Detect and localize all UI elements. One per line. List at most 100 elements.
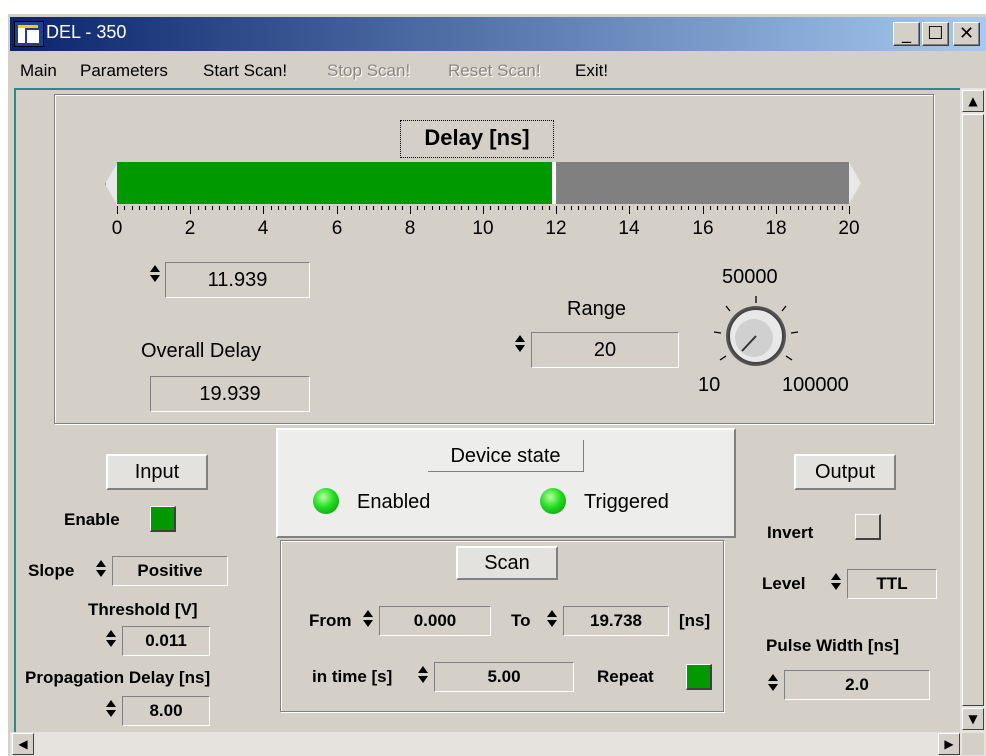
overall-delay-field: 19.939	[150, 376, 310, 412]
scale-minor-tick	[695, 206, 696, 210]
scale-major-tick	[410, 206, 411, 214]
enable-checkbox[interactable]	[150, 506, 176, 532]
scale-minor-tick	[725, 206, 726, 210]
input-button[interactable]: Input	[106, 454, 208, 490]
scale-minor-tick	[600, 206, 601, 210]
triggered-led	[540, 488, 566, 514]
scale-minor-tick	[717, 206, 718, 210]
invert-label: Invert	[767, 523, 814, 542]
menu-exit[interactable]: Exit!	[575, 61, 608, 81]
delay-slider-handle[interactable]	[552, 162, 556, 204]
invert-checkbox[interactable]	[855, 514, 881, 540]
threshold-field[interactable]: 0.011	[122, 626, 210, 656]
scale-minor-tick	[293, 206, 294, 210]
range-spinner[interactable]	[515, 335, 525, 352]
threshold-spinner[interactable]	[106, 630, 116, 647]
scale-major-tick	[776, 206, 777, 214]
maximize-button[interactable]: ☐	[922, 22, 949, 46]
in-time-label: in time [s]	[312, 667, 393, 686]
menu-reset-scan[interactable]: Reset Scan!	[448, 61, 541, 81]
scale-tick-label: 20	[838, 218, 860, 239]
scale-minor-tick	[241, 206, 242, 210]
from-spinner[interactable]	[363, 610, 373, 627]
scale-minor-tick	[183, 206, 184, 210]
size-grip[interactable]	[962, 733, 984, 755]
scale-minor-tick	[783, 206, 784, 210]
from-label: From	[309, 611, 352, 630]
scale-minor-tick	[673, 206, 674, 210]
slope-field[interactable]: Positive	[112, 556, 228, 586]
level-field[interactable]: TTL	[847, 569, 937, 599]
scale-minor-tick	[234, 206, 235, 210]
scale-minor-tick	[461, 206, 462, 210]
scale-minor-tick	[351, 206, 352, 210]
range-field[interactable]: 20	[531, 332, 679, 368]
vertical-scroll-thumb[interactable]	[962, 114, 984, 706]
scale-minor-tick	[395, 206, 396, 210]
pulse-width-spinner[interactable]	[768, 674, 778, 691]
scale-tick-label: 8	[404, 218, 416, 239]
title-bar[interactable]	[10, 17, 986, 51]
menu-start-scan[interactable]: Start Scan!	[203, 61, 287, 81]
horizontal-scrollbar[interactable]	[10, 732, 986, 756]
repeat-checkbox[interactable]	[686, 664, 712, 690]
in-time-field[interactable]: 5.00	[434, 662, 574, 692]
scale-minor-tick	[315, 206, 316, 210]
slope-spinner[interactable]	[96, 560, 106, 577]
scale-minor-tick	[512, 206, 513, 210]
to-field[interactable]: 19.738	[563, 606, 669, 636]
scale-major-tick	[263, 206, 264, 214]
scale-minor-tick	[820, 206, 821, 210]
menu-main[interactable]: Main	[20, 61, 57, 81]
scale-minor-tick	[132, 206, 133, 210]
to-spinner[interactable]	[547, 610, 557, 627]
scale-tick-label: 18	[765, 218, 787, 239]
close-button[interactable]: ✕	[953, 22, 980, 46]
enabled-label: Enabled	[357, 491, 431, 513]
scale-tick-label: 16	[692, 218, 714, 239]
scroll-left-button[interactable]: ◀	[12, 733, 34, 755]
scale-minor-tick	[373, 206, 374, 210]
range-knob[interactable]	[708, 294, 804, 378]
minimize-button[interactable]: _	[893, 22, 920, 46]
level-label: Level	[762, 574, 806, 593]
menu-stop-scan[interactable]: Stop Scan!	[327, 61, 410, 81]
delay-spinner[interactable]	[150, 265, 160, 282]
pulse-width-field[interactable]: 2.0	[784, 670, 930, 700]
scale-minor-tick	[534, 206, 535, 210]
scale-minor-tick	[476, 206, 477, 210]
from-field[interactable]: 0.000	[379, 606, 491, 636]
enabled-led	[313, 488, 339, 514]
scale-major-tick	[483, 206, 484, 214]
scale-minor-tick	[300, 206, 301, 210]
knob-label-top: 50000	[722, 266, 778, 288]
delay-scale: 0 2 4 6 8 10 12 14 16 18 20	[112, 206, 860, 246]
scan-button[interactable]: Scan	[456, 546, 558, 580]
output-button[interactable]: Output	[794, 454, 896, 490]
app-icon[interactable]	[14, 21, 44, 47]
propagation-delay-spinner[interactable]	[106, 700, 116, 717]
scroll-up-button[interactable]: ▲	[962, 90, 984, 112]
scroll-right-button[interactable]: ▶	[938, 733, 960, 755]
delay-value-field[interactable]: 11.939	[165, 262, 310, 298]
scale-minor-tick	[278, 206, 279, 210]
in-time-spinner[interactable]	[418, 666, 428, 683]
scale-minor-tick	[542, 206, 543, 210]
scale-minor-tick	[578, 206, 579, 210]
scale-minor-tick	[805, 206, 806, 210]
propagation-delay-field[interactable]: 8.00	[122, 696, 210, 726]
enable-label: Enable	[64, 510, 120, 529]
scale-major-tick	[117, 206, 118, 214]
range-label: Range	[567, 298, 626, 320]
scale-minor-tick	[666, 206, 667, 210]
slope-label: Slope	[28, 561, 75, 580]
scale-major-tick	[556, 206, 557, 214]
level-spinner[interactable]	[831, 573, 841, 590]
scale-minor-tick	[747, 206, 748, 210]
scale-minor-tick	[271, 206, 272, 210]
menu-parameters[interactable]: Parameters	[80, 61, 168, 81]
scale-minor-tick	[768, 206, 769, 210]
scroll-down-button[interactable]: ▼	[962, 708, 984, 730]
scale-minor-tick	[388, 206, 389, 210]
scale-minor-tick	[381, 206, 382, 210]
